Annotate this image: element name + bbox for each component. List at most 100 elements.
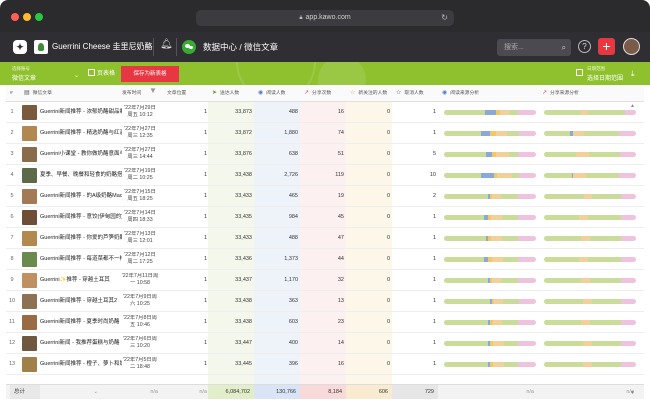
bell-icon[interactable]: 🔔︎	[160, 39, 173, 50]
search-icon[interactable]: ⌕	[562, 39, 566, 56]
download-icon[interactable]: ⤓	[631, 69, 635, 79]
table-row[interactable]: 11 Guerrini新闻推荐 - 夏季时尚奶酪 '22年7月8日周五 10:46 1…	[6, 312, 644, 333]
article-title[interactable]: 夏季、早餐、晚餐和轻食的奶酪搭配	[40, 165, 122, 186]
share-source-bar[interactable]	[544, 131, 636, 136]
table-row[interactable]: 4 夏季、早餐、晚餐和轻食的奶酪搭配 '22年7月19日 周二 10:25 1 33,43…	[6, 165, 644, 186]
read-source-bar[interactable]	[444, 278, 536, 283]
reload-icon[interactable]: ↻	[441, 10, 448, 26]
header-unfollows[interactable]: ☆ 取消人数	[396, 85, 438, 102]
chevron-down-icon[interactable]: ⌄	[144, 40, 152, 51]
article-thumbnail[interactable]	[22, 105, 37, 120]
table-row[interactable]: 8 Guerrini新闻推荐 - 每道菜都不一样 '22年7月12日 周二 17:25…	[6, 249, 644, 270]
kawo-logo-icon[interactable]: ✦	[13, 40, 27, 54]
article-thumbnail[interactable]	[22, 252, 37, 267]
share-source-bar[interactable]	[544, 236, 636, 241]
header-share-source[interactable]: ↗ 分享来源分析	[542, 85, 638, 102]
header-read-source[interactable]: ◉ 阅读来源分析	[442, 85, 538, 102]
share-source-bar[interactable]	[544, 110, 636, 115]
article-thumbnail[interactable]	[22, 210, 37, 225]
read-source-segment	[509, 152, 519, 157]
article-thumbnail[interactable]	[22, 126, 37, 141]
table-row[interactable]: 6 Guerrini新闻推荐 - 意饺(伊甸园的) '22年7月14日 周四 18:3…	[6, 207, 644, 228]
share-source-bar[interactable]	[544, 194, 636, 199]
read-source-bar[interactable]	[444, 152, 536, 157]
article-thumbnail[interactable]	[22, 336, 37, 351]
scroll-down-icon[interactable]: ▼	[630, 390, 635, 396]
article-title[interactable]: Guerrini新闻推荐 - 你爱的芦笋奶酪	[40, 228, 122, 249]
read-source-bar[interactable]	[444, 194, 536, 199]
article-title[interactable]: Guerrini小课堂 - 教你做奶酪意面与	[40, 144, 122, 165]
table-row[interactable]: 12 Guerrini新闻 - 我推荐蛋糕与奶酪 '22年7月6日周三 10:20 1…	[6, 333, 644, 354]
share-source-bar[interactable]	[544, 152, 636, 157]
share-source-bar[interactable]	[544, 299, 636, 304]
minimize-window-icon[interactable]	[23, 13, 31, 21]
share-source-bar[interactable]	[544, 341, 636, 346]
search-input[interactable]: 搜索... ⌕	[497, 39, 571, 56]
article-title[interactable]: Guerrini新闻推荐 - 橙子、萝卜和奶	[40, 354, 122, 375]
chevron-down-icon[interactable]: ⌄	[74, 72, 79, 79]
share-source-bar[interactable]	[544, 215, 636, 220]
read-source-bar[interactable]	[444, 215, 536, 220]
article-title[interactable]: Guerrini新闻推荐 - 精选奶酪与红酒	[40, 123, 122, 144]
table-template-button[interactable]: 页表格	[88, 68, 115, 77]
table-row[interactable]: 7 Guerrini新闻推荐 - 你爱的芦笋奶酪 '22年7月13日 周三 12:01…	[6, 228, 644, 249]
header-shares[interactable]: ↗ 分享次数	[304, 85, 346, 102]
close-window-icon[interactable]	[11, 13, 19, 21]
read-source-bar[interactable]	[444, 173, 536, 178]
article-thumbnail[interactable]	[22, 294, 37, 309]
header-position[interactable]: 文章位置	[167, 85, 207, 102]
table-row[interactable]: 2 Guerrini新闻推荐 - 精选奶酪与红酒 '22年7月27日 周三 12:35…	[6, 123, 644, 144]
share-source-segment	[544, 341, 583, 346]
date-range-select[interactable]: 选择日期范围	[587, 73, 623, 82]
article-title[interactable]: Guerrini新闻 - 我推荐蛋糕与奶酪	[40, 333, 122, 354]
share-source-bar[interactable]	[544, 362, 636, 367]
article-title[interactable]: Guerrini新闻推荐 - 的A级奶酪Mac	[40, 186, 122, 207]
read-source-bar[interactable]	[444, 299, 536, 304]
read-source-bar[interactable]	[444, 320, 536, 325]
read-source-bar[interactable]	[444, 362, 536, 367]
table-row[interactable]: 3 Guerrini小课堂 - 教你做奶酪意面与 '22年7月27日 周三 14:44…	[6, 144, 644, 165]
article-title[interactable]: Guerrini新闻推荐 - 浓郁奶酪甜品制	[40, 102, 122, 123]
address-bar[interactable]: 🔒︎ app.kawo.com ↻	[196, 10, 454, 26]
article-thumbnail[interactable]	[22, 189, 37, 204]
share-source-bar[interactable]	[544, 320, 636, 325]
article-title[interactable]: Guerrini新闻推荐 - 意饺(伊甸园的)	[40, 207, 122, 228]
table-row[interactable]: 5 Guerrini新闻推荐 - 的A级奶酪Mac '22年7月15日 周五 18:2…	[6, 186, 644, 207]
share-source-bar[interactable]	[544, 278, 636, 283]
article-thumbnail[interactable]	[22, 357, 37, 372]
table-row[interactable]: 10 Guerrini新闻推荐 - 穿越土耳其2'22年7月9日周六 10:25 1…	[6, 291, 644, 312]
avatar[interactable]	[623, 38, 640, 55]
header-delivered[interactable]: ➤ 送达人数	[212, 85, 254, 102]
article-thumbnail[interactable]	[22, 273, 37, 288]
share-source-bar[interactable]	[544, 257, 636, 262]
article-title[interactable]: Guerrini✨推荐 - 穿越土耳其	[40, 270, 122, 291]
read-source-bar[interactable]	[444, 110, 536, 115]
read-source-bar[interactable]	[444, 236, 536, 241]
header-fans[interactable]: ☆ 新关注的人数	[350, 85, 392, 102]
account-name[interactable]: Guerrini Cheese 圭里尼奶酪	[52, 41, 152, 52]
totals-chevron-icon[interactable]: ⌄	[88, 385, 98, 399]
article-title[interactable]: Guerrini新闻推荐 - 穿越土耳其2	[40, 291, 122, 312]
save-table-button[interactable]: 保存为新表格	[121, 66, 179, 82]
article-title[interactable]: Guerrini新闻推荐 - 夏季时尚奶酪	[40, 312, 122, 333]
header-title[interactable]: ▤ 微信文章	[24, 85, 118, 102]
help-icon[interactable]: ?	[578, 40, 591, 53]
article-thumbnail[interactable]	[22, 168, 37, 183]
read-source-bar[interactable]	[444, 131, 536, 136]
add-button[interactable]: +	[598, 38, 615, 55]
article-thumbnail[interactable]	[22, 231, 37, 246]
table-row[interactable]: 9 Guerrini✨推荐 - 穿越土耳其 '22年7月11日周一 10:58 1 33…	[6, 270, 644, 291]
table-row[interactable]: 1 Guerrini新闻推荐 - 浓郁奶酪甜品制 '22年7月29日 周五 10:12…	[6, 102, 644, 123]
header-readers[interactable]: ◉ 阅读人数	[258, 85, 300, 102]
maximize-window-icon[interactable]	[35, 13, 43, 21]
scroll-up-icon[interactable]: ▲	[630, 103, 635, 109]
read-source-bar[interactable]	[444, 257, 536, 262]
read-source-bar[interactable]	[444, 341, 536, 346]
content-type-select[interactable]: 微信文章	[12, 73, 36, 82]
article-thumbnail[interactable]	[22, 147, 37, 162]
share-source-bar[interactable]	[544, 173, 636, 178]
article-title[interactable]: Guerrini新闻推荐 - 每道菜都不一样	[40, 249, 122, 270]
read-source-segment	[501, 236, 519, 241]
article-thumbnail[interactable]	[22, 315, 37, 330]
table-row[interactable]: 13 Guerrini新闻推荐 - 橙子、萝卜和奶 '22年7月5日周二 18:48…	[6, 354, 644, 375]
